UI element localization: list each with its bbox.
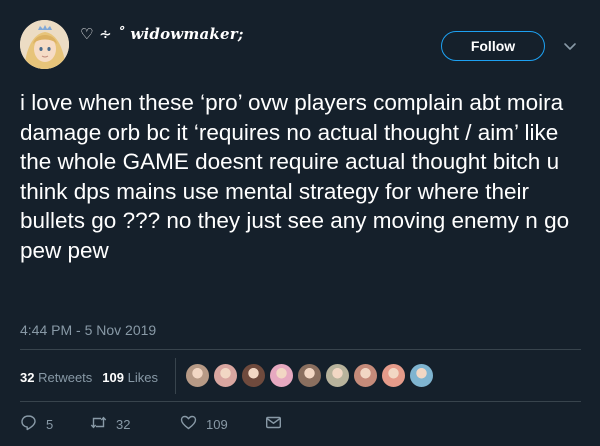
likes-stat[interactable]: 109 Likes — [102, 370, 158, 385]
retweet-button[interactable]: 32 — [90, 414, 180, 434]
liker-avatar[interactable] — [297, 363, 322, 388]
direct-message-button[interactable] — [265, 414, 282, 434]
retweets-label: Retweets — [38, 370, 93, 385]
retweet-icon — [90, 414, 107, 434]
liker-avatar[interactable] — [381, 363, 406, 388]
follow-button[interactable]: Follow — [441, 31, 545, 61]
tweet-text: i love when these ‘pro’ ovw players comp… — [20, 90, 570, 263]
envelope-icon — [265, 414, 282, 434]
display-name[interactable]: ♡ ∻ ˚ widowmaker; — [80, 25, 244, 43]
like-count: 109 — [206, 416, 228, 432]
avatar[interactable] — [20, 20, 69, 69]
divider — [20, 401, 581, 402]
tweet-timestamp[interactable]: 4:44 PM - 5 Nov 2019 — [20, 322, 156, 338]
likes-label: Likes — [127, 370, 158, 385]
heart-icon — [180, 414, 197, 434]
reply-button[interactable]: 5 — [20, 414, 90, 434]
liker-avatar[interactable] — [241, 363, 266, 388]
liker-avatar[interactable] — [213, 363, 238, 388]
tweet-card: ♡ ∻ ˚ widowmaker; Follow i love when the… — [0, 0, 600, 446]
retweets-count: 32 — [20, 370, 35, 385]
avatar-image — [20, 20, 69, 69]
chevron-down-icon[interactable] — [562, 38, 578, 54]
action-bar: 5 32 109 — [20, 414, 282, 434]
stats-separator — [175, 358, 176, 394]
reply-count: 5 — [46, 416, 54, 432]
divider — [20, 349, 581, 350]
liker-avatar[interactable] — [185, 363, 210, 388]
liker-avatar[interactable] — [353, 363, 378, 388]
retweets-stat[interactable]: 32 Retweets — [20, 370, 92, 385]
liker-avatars — [185, 363, 437, 389]
liker-avatar[interactable] — [409, 363, 434, 388]
liker-avatar[interactable] — [269, 363, 294, 388]
engagement-stats: 32 Retweets 109 Likes — [20, 370, 158, 385]
like-button[interactable]: 109 — [180, 414, 265, 434]
retweet-count: 32 — [116, 416, 131, 432]
reply-icon — [20, 414, 37, 434]
liker-avatar[interactable] — [325, 363, 350, 388]
likes-count: 109 — [102, 370, 124, 385]
